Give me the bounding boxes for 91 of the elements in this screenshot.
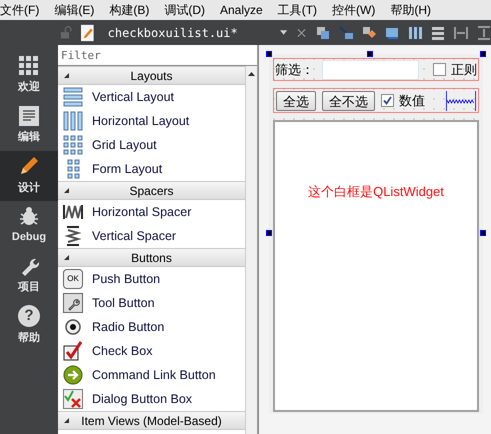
category-header[interactable]: Buttons [58, 248, 245, 267]
selection-handle[interactable] [266, 51, 272, 57]
split-vertical-icon[interactable] [476, 26, 491, 40]
widget-item[interactable]: Check Box [58, 339, 245, 363]
mode-tab[interactable]: 设计 [0, 151, 58, 201]
columns-icon [63, 111, 83, 131]
checkbox-label: 正则 [451, 60, 477, 79]
push-button[interactable]: 全选 [276, 90, 316, 110]
category-header[interactable]: Layouts [58, 66, 245, 85]
arrow-circle-icon [63, 365, 83, 385]
mode-label: 设计 [18, 180, 40, 196]
menu-item[interactable]: Analyze [220, 1, 263, 19]
category-header[interactable]: Spacers [58, 181, 245, 200]
rows-icon[interactable] [430, 26, 445, 40]
widget-item[interactable]: Grid Layout [58, 133, 245, 157]
checkmark-icon [63, 341, 83, 361]
file-name: checkboxuilist.ui* [108, 24, 238, 42]
widget-item[interactable]: OK Push Button [58, 267, 245, 291]
grid-icon [63, 135, 83, 155]
category-title: Item Views (Model-Based) [81, 412, 222, 430]
list-widget[interactable]: 这个白框是QListWidget [273, 120, 479, 412]
columns-icon[interactable] [408, 26, 422, 40]
menu-item[interactable]: 工具(T) [278, 1, 318, 19]
spring-icon [63, 202, 83, 222]
ok-button-icon: OK [63, 269, 83, 289]
filter-label: 筛选： [275, 60, 314, 79]
mode-label: 项目 [18, 280, 40, 296]
category-header[interactable]: Item Views (Model-Based) [58, 411, 245, 430]
widget-item[interactable]: Form Layout [58, 157, 245, 181]
filter-input[interactable] [322, 60, 419, 80]
mode-label: Debug [12, 230, 46, 246]
dropdown-caret-icon[interactable] [280, 30, 287, 35]
category-title: Layouts [130, 68, 173, 84]
bug-icon [19, 206, 39, 226]
menu-item[interactable]: 文件(F) [0, 1, 40, 19]
wrench-button-icon [63, 293, 83, 313]
checkbox-label: 数值 [399, 92, 425, 110]
widget-item[interactable]: Vertical Layout [58, 85, 245, 109]
mode-label: 欢迎 [18, 80, 40, 96]
arrow-tool-icon[interactable] [338, 26, 353, 40]
category-title: Buttons [131, 250, 172, 266]
mode-label: 编辑 [18, 130, 40, 146]
mode-tab[interactable]: ? 帮助 [0, 301, 58, 351]
category-title: Spacers [129, 182, 174, 200]
widget-tool-icon[interactable] [316, 26, 330, 40]
mode-tab[interactable]: 项目 [0, 251, 58, 301]
selection-handle[interactable] [367, 51, 373, 57]
selection-handle[interactable] [480, 230, 486, 236]
menu-item[interactable]: 帮助(H) [390, 1, 432, 19]
list-note: 这个白框是QListWidget [308, 183, 444, 201]
mode-tab[interactable]: 欢迎 [0, 51, 58, 101]
close-icon[interactable] [296, 28, 306, 38]
grid-icon [19, 56, 39, 76]
radio-icon [63, 317, 83, 337]
menu-item[interactable]: 编辑(E) [54, 1, 94, 19]
collapse-arrow-icon [64, 255, 69, 260]
check-cross-icon [63, 389, 83, 409]
spacer-spring-icon [446, 90, 476, 110]
split-horizontal-icon[interactable] [454, 26, 468, 40]
padlock-icon [60, 26, 74, 40]
spring-icon [63, 226, 83, 246]
menu-item[interactable]: 控件(W) [332, 1, 376, 19]
collapse-arrow-icon [64, 73, 69, 78]
widget-item[interactable]: Horizontal Layout [58, 109, 245, 133]
mode-label: 帮助 [18, 330, 40, 346]
widget-item[interactable]: Dialog Button Box [58, 387, 245, 411]
scroll-up-arrow-icon[interactable] [248, 72, 255, 76]
widget-item[interactable]: Radio Button [58, 315, 245, 339]
checkbox[interactable] [433, 63, 446, 76]
checkbox[interactable] [381, 94, 394, 107]
document-pencil-icon [81, 24, 94, 42]
collapse-arrow-icon [64, 418, 69, 423]
selection-handle[interactable] [266, 230, 272, 236]
collapse-arrow-icon [64, 188, 69, 193]
checkmark-icon [383, 96, 392, 105]
widget-item[interactable]: Vertical Spacer [58, 224, 245, 248]
document-icon [19, 106, 39, 126]
menu-item[interactable]: 构建(B) [109, 1, 150, 19]
tag-tool-icon[interactable] [362, 26, 376, 40]
mode-tab[interactable]: 编辑 [0, 101, 58, 151]
rows-icon [63, 87, 83, 107]
selection-handle[interactable] [480, 51, 486, 57]
mode-tab[interactable]: Debug [0, 201, 58, 251]
tab-order-icon[interactable] [384, 26, 399, 40]
widget-item[interactable]: Horizontal Spacer [58, 200, 245, 224]
widget-item[interactable]: Tool Button [58, 291, 245, 315]
scrollbar[interactable] [245, 66, 257, 434]
push-button[interactable]: 全不选 [322, 90, 375, 110]
menu-item[interactable]: 调试(D) [164, 1, 205, 19]
help-icon: ? [18, 305, 40, 328]
widget-item[interactable]: Command Link Button [58, 363, 245, 387]
